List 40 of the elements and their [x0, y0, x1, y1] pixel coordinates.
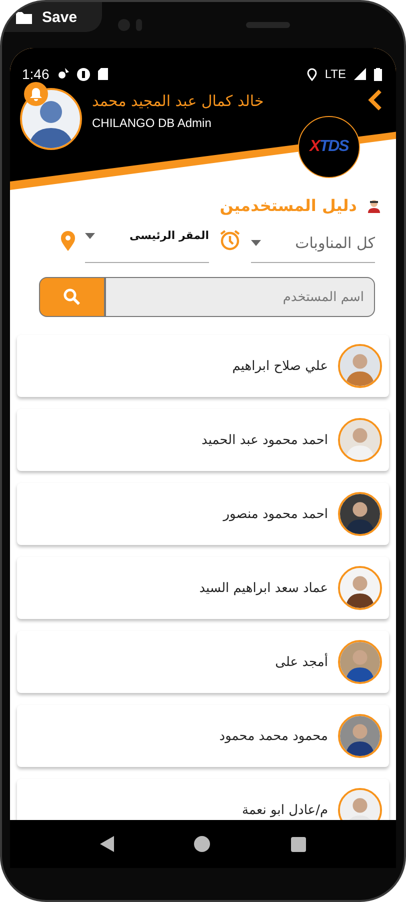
search-button[interactable] [39, 277, 105, 317]
user-card[interactable]: عماد سعد ابراهيم السيد [17, 557, 389, 619]
user-icon [367, 198, 381, 212]
search-field[interactable]: اسم المستخدم [105, 277, 375, 317]
user-card[interactable]: احمد محمود منصور [17, 483, 389, 545]
recents-icon[interactable] [290, 836, 306, 852]
back-icon[interactable] [100, 836, 114, 852]
caret-icon [85, 233, 95, 239]
user-card[interactable]: علي صلاح ابراهيم [17, 335, 389, 397]
page-title: دليل المستخدمين [220, 196, 357, 215]
user-name: أمجد على [275, 654, 328, 670]
location-icon [306, 68, 317, 80]
user-name: م/عادل ابو نعمة [242, 802, 328, 818]
folder-icon [16, 10, 32, 24]
user-card[interactable]: م/عادل ابو نعمة [17, 779, 389, 820]
status-circle-icon [77, 68, 90, 80]
shift-dropdown[interactable]: كل المناوبات [251, 223, 375, 263]
map-pin-icon [61, 231, 75, 251]
company-logo: XTDS [298, 116, 360, 178]
search-icon [63, 288, 81, 306]
user-name: عماد سعد ابراهيم السيد [199, 580, 328, 596]
user-name: احمد محمود عبد الحميد [202, 432, 328, 448]
signal-icon [354, 68, 366, 80]
speaker-icon [246, 22, 290, 28]
user-role: CHILANGO DB Admin [92, 116, 212, 130]
save-button[interactable]: Save [2, 2, 102, 32]
user-name: خالد كمال عبد المجيد محمد [92, 92, 264, 110]
user-name: احمد محمود منصور [223, 506, 328, 522]
alarm-clock-icon [219, 229, 241, 251]
status-time: 1:46 [22, 66, 50, 82]
user-name: محمود محمد محمود [219, 728, 328, 744]
sd-card-icon [98, 68, 108, 80]
caret-icon [251, 240, 261, 246]
user-card[interactable]: احمد محمود عبد الحميد [17, 409, 389, 471]
user-card[interactable]: أمجد على [17, 631, 389, 693]
network-type: LTE [324, 67, 346, 81]
user-card[interactable]: محمود محمد محمود [17, 705, 389, 767]
home-icon[interactable] [194, 836, 210, 852]
user-name: علي صلاح ابراهيم [232, 358, 328, 374]
location-dropdown[interactable]: المقر الرئيسى [85, 223, 209, 263]
